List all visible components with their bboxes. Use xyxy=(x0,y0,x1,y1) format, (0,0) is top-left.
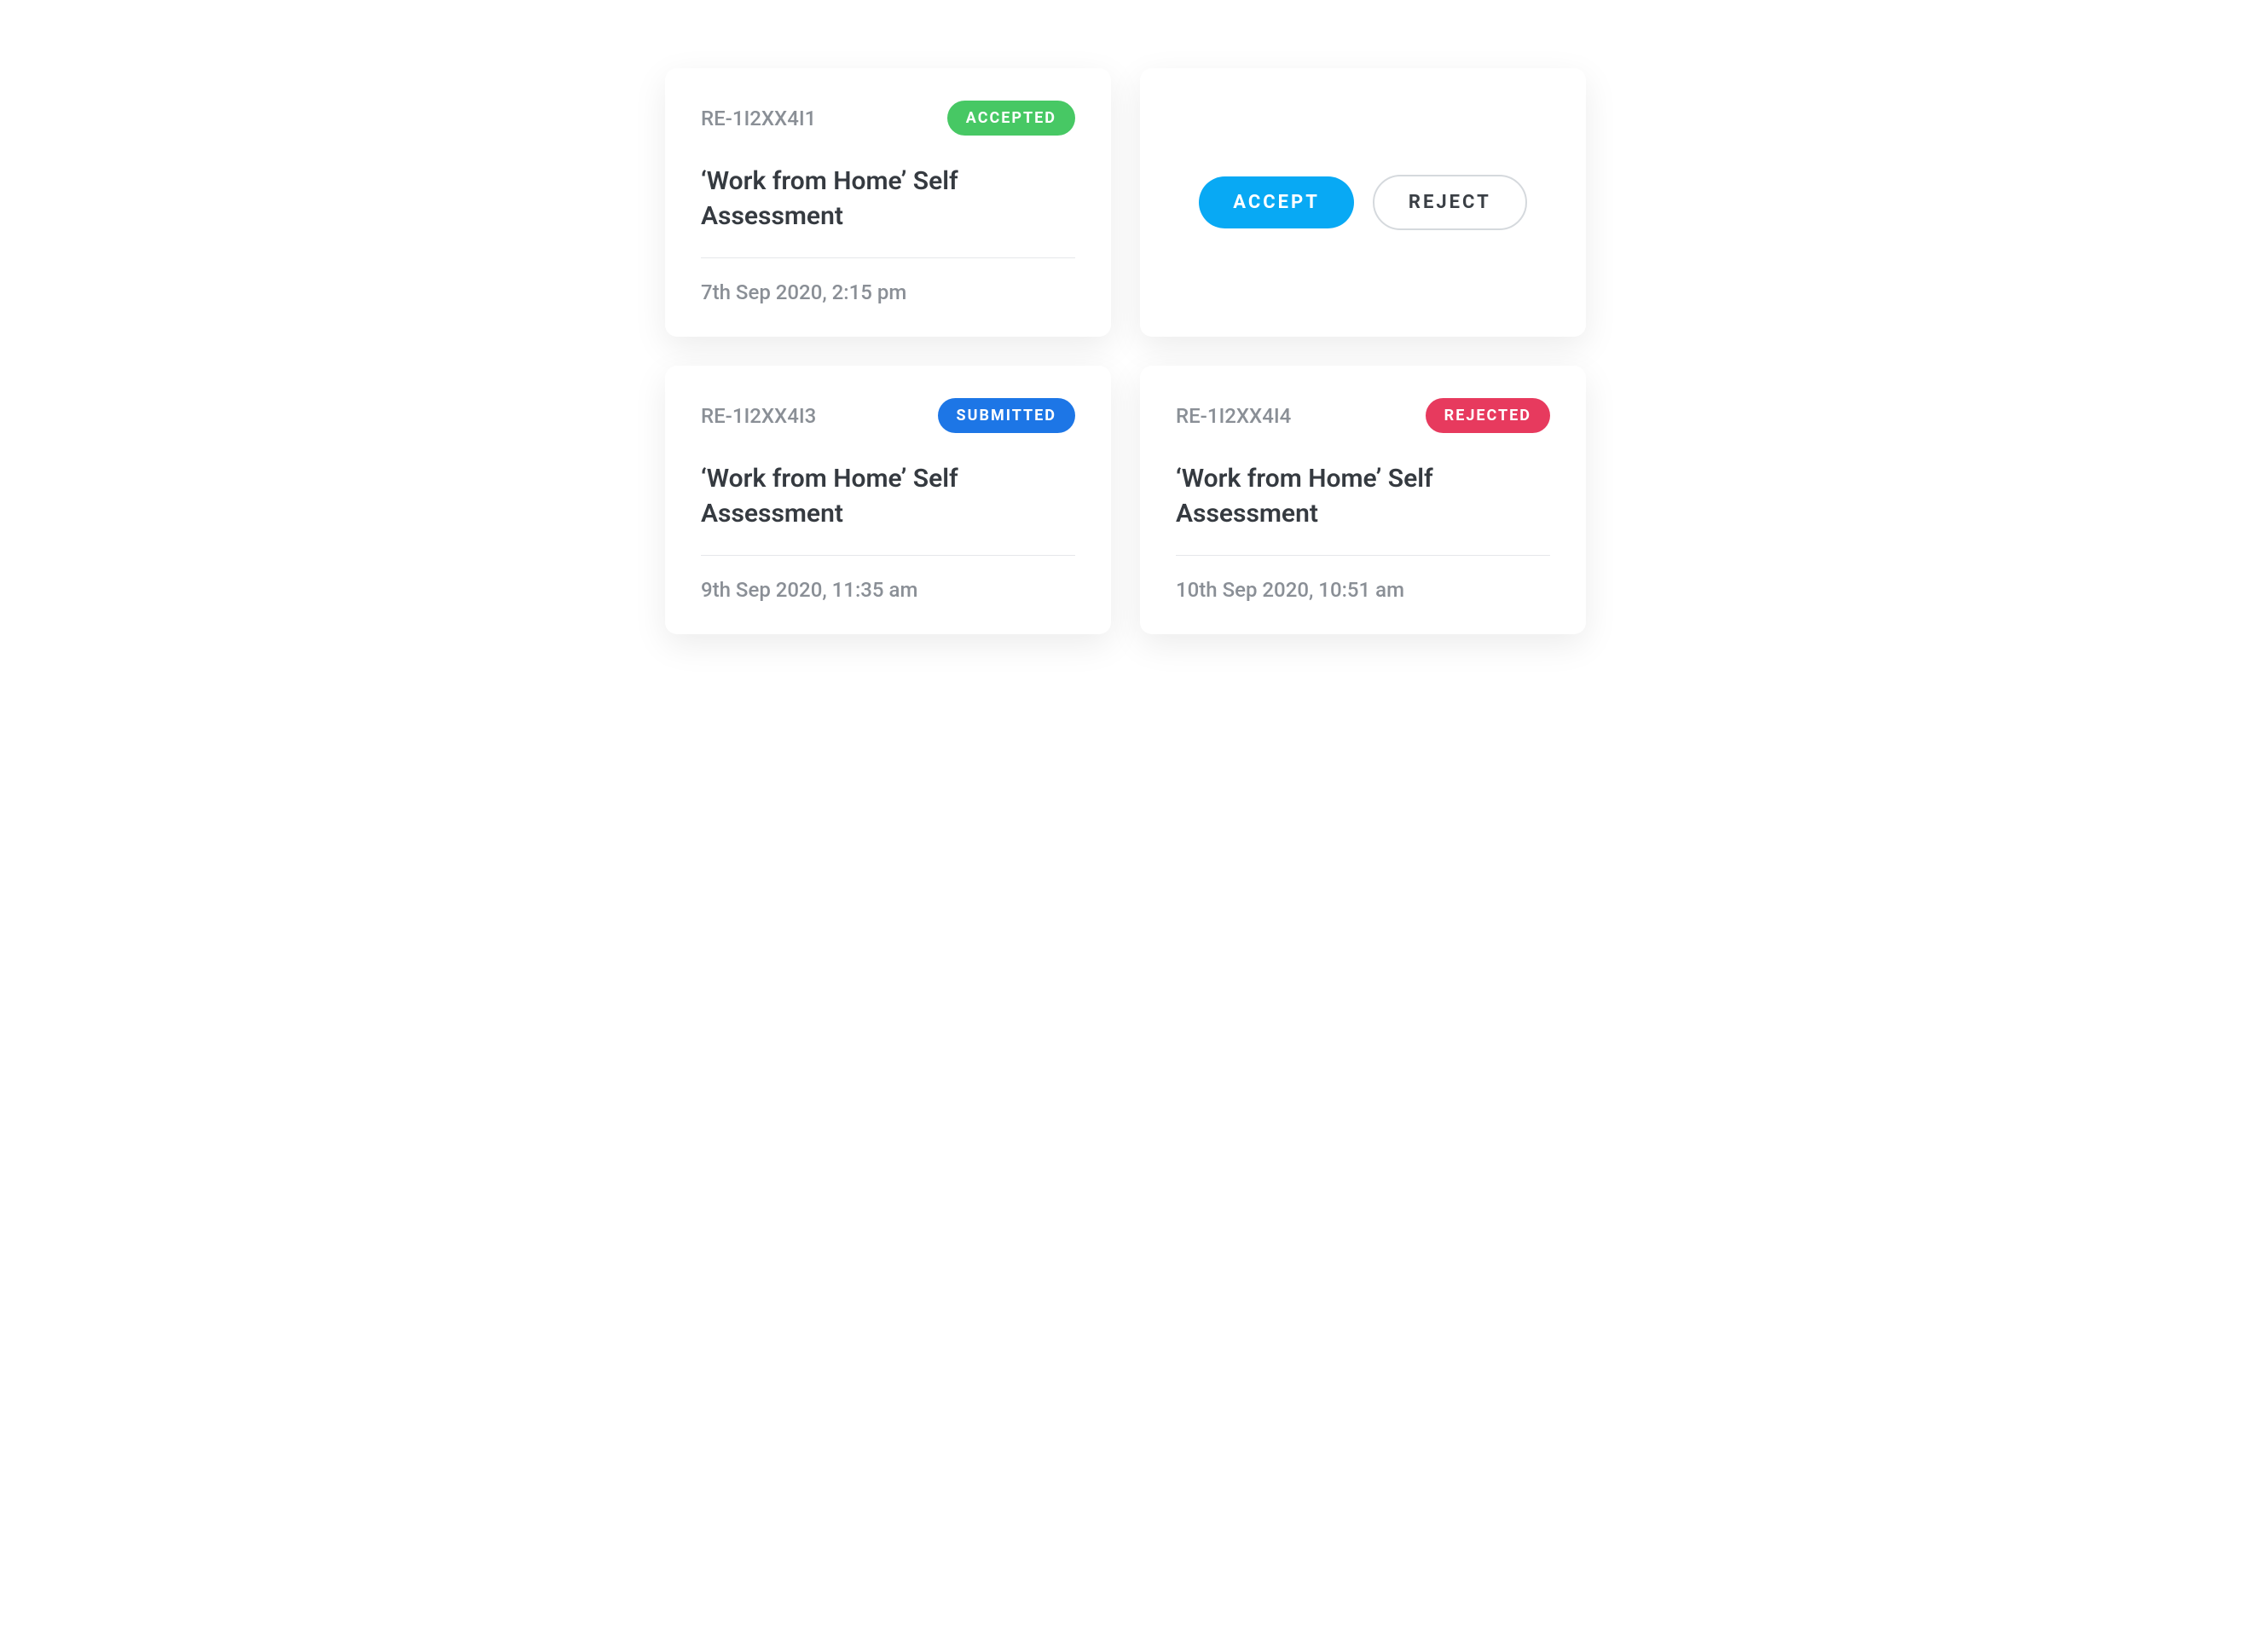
status-badge: SUBMITTED xyxy=(938,398,1075,433)
divider xyxy=(701,257,1075,258)
request-card[interactable]: RE-1I2XX4I1 ACCEPTED ‘Work from Home’ Se… xyxy=(665,68,1111,337)
request-title: ‘Work from Home’ Self Assessment xyxy=(701,462,1075,531)
request-timestamp: 7th Sep 2020, 2:15 pm xyxy=(701,280,1075,304)
card-grid: RE-1I2XX4I1 ACCEPTED ‘Work from Home’ Se… xyxy=(665,68,1586,634)
request-card[interactable]: RE-1I2XX4I3 SUBMITTED ‘Work from Home’ S… xyxy=(665,366,1111,634)
request-reference: RE-1I2XX4I1 xyxy=(701,107,816,130)
reject-button[interactable]: REJECT xyxy=(1373,175,1527,230)
request-reference: RE-1I2XX4I3 xyxy=(701,404,816,428)
card-header: RE-1I2XX4I1 ACCEPTED xyxy=(701,101,1075,136)
status-badge: ACCEPTED xyxy=(947,101,1075,136)
request-timestamp: 10th Sep 2020, 10:51 am xyxy=(1176,578,1550,602)
action-card: ACCEPT REJECT xyxy=(1140,68,1586,337)
request-title: ‘Work from Home’ Self Assessment xyxy=(701,165,1075,234)
request-reference: RE-1I2XX4I4 xyxy=(1176,404,1291,428)
status-badge: REJECTED xyxy=(1426,398,1550,433)
request-title: ‘Work from Home’ Self Assessment xyxy=(1176,462,1550,531)
request-card[interactable]: RE-1I2XX4I4 REJECTED ‘Work from Home’ Se… xyxy=(1140,366,1586,634)
accept-button[interactable]: ACCEPT xyxy=(1199,176,1354,228)
divider xyxy=(701,555,1075,556)
divider xyxy=(1176,555,1550,556)
request-timestamp: 9th Sep 2020, 11:35 am xyxy=(701,578,1075,602)
card-header: RE-1I2XX4I3 SUBMITTED xyxy=(701,398,1075,433)
card-header: RE-1I2XX4I4 REJECTED xyxy=(1176,398,1550,433)
